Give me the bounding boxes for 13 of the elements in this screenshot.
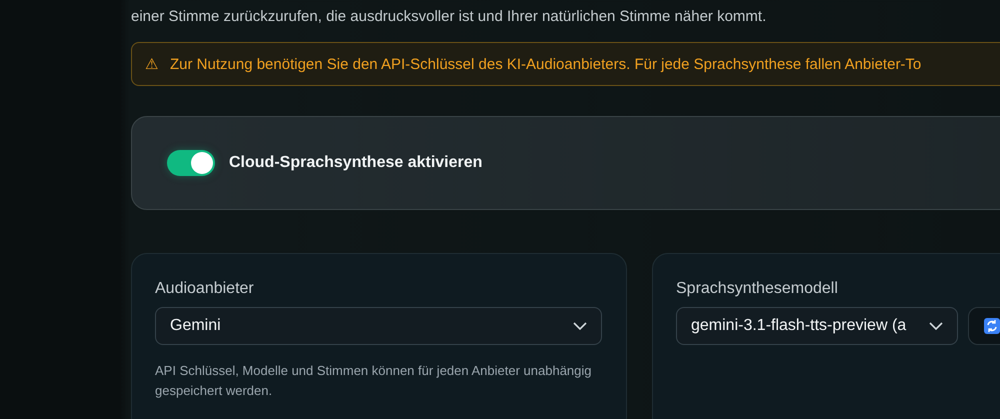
toggle-label: Cloud-Sprachsynthese aktivieren — [229, 154, 482, 172]
intro-text: einer Stimme zurückzurufen, die ausdrucksvoller ist und Ihrer natürlichen Stimme näher kommt. — [131, 7, 768, 27]
provider-select[interactable]: Gemini — [155, 307, 602, 345]
warning-text: Zur Nutzung benötigen Sie den API-Schlüssel des KI-Audioanbieters. Für jede Sprachsynthese fallen Anbieter-To — [170, 56, 922, 72]
chevron-down-icon — [929, 322, 943, 330]
help-text: API Schlüssel, Modelle und Stimmen können für jeden Anbieter unabhängig gespeichert werden. — [155, 362, 593, 400]
model-select[interactable]: gemini-3.1-flash-tts-preview (a — [676, 307, 958, 345]
field-label: Audioanbieter — [155, 280, 255, 298]
field-label: Sprachsynthesemodell — [676, 280, 839, 298]
toggle-switch[interactable] — [167, 150, 215, 176]
refresh-icon — [984, 318, 1000, 334]
chevron-down-icon — [573, 322, 587, 330]
warning-icon: ⚠ — [145, 55, 158, 73]
